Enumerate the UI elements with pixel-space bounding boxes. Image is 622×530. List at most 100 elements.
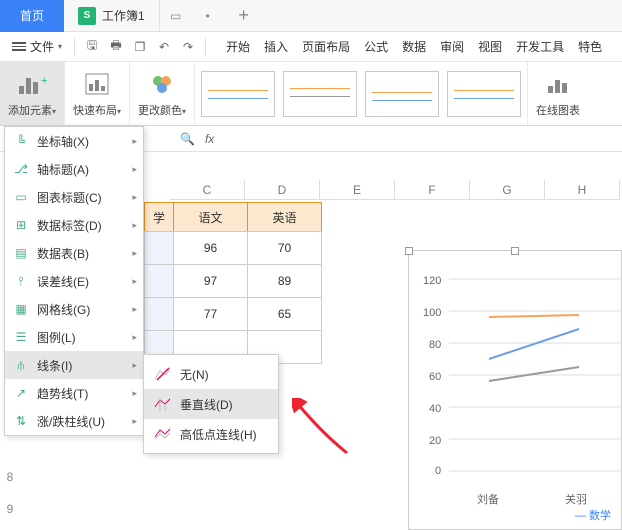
chart-style-2[interactable]: [283, 71, 357, 117]
menu-legend[interactable]: ☰图例(L)▸: [5, 323, 143, 351]
add-element-menu: ╚坐标轴(X)▸ ⎇轴标题(A)▸ ▭ 图表标题(C) ▸ ⊞数据标签(D)▸ ▤数…: [4, 126, 144, 436]
menu-chart-title-label: 图表标题(C): [37, 189, 102, 206]
cell-header-english[interactable]: 英语: [247, 202, 322, 232]
save-icon[interactable]: 🖫: [81, 36, 103, 58]
tab-dev[interactable]: 开发工具: [510, 38, 570, 55]
tab-data[interactable]: 数据: [396, 38, 432, 55]
menu-axes[interactable]: ╚坐标轴(X)▸: [5, 127, 143, 155]
annotation-arrow: [292, 398, 352, 458]
change-color-label: 更改颜色: [138, 105, 182, 117]
chevron-right-icon: ▸: [132, 388, 137, 399]
online-chart-label: 在线图表: [536, 102, 580, 118]
online-chart-button[interactable]: 在线图表: [527, 62, 588, 125]
ytick-60: 60: [429, 371, 441, 383]
menu-chart-title[interactable]: ▭图表标题(C)▸: [5, 183, 143, 211]
legend-entry-math: — 数学: [575, 507, 611, 523]
cell-r1-english[interactable]: 70: [247, 231, 322, 265]
axis-title-icon: ⎇: [13, 161, 29, 177]
quick-layout-label: 快速布局: [73, 105, 117, 117]
chevron-right-icon: ▸: [132, 248, 137, 259]
submenu-highlow-label: 高低点连线(H): [180, 426, 257, 443]
tab-add-button[interactable]: +: [224, 5, 264, 26]
tab-home[interactable]: 首页: [0, 0, 64, 32]
row-9[interactable]: 9: [0, 502, 20, 516]
undo-icon[interactable]: ↶: [153, 36, 175, 58]
tab-view[interactable]: 视图: [472, 38, 508, 55]
chart-style-3[interactable]: [365, 71, 439, 117]
col-G[interactable]: G: [470, 180, 545, 200]
cell-header-chinese[interactable]: 语文: [173, 202, 248, 232]
row-8[interactable]: 8: [0, 470, 20, 484]
chevron-right-icon: ▸: [132, 276, 137, 287]
file-menu[interactable]: 文件 ▾: [6, 38, 68, 55]
title-tab-bar: 首页 S 工作簿1 ▭ • +: [0, 0, 622, 32]
presentation-mode-icon[interactable]: ▭: [160, 9, 192, 23]
print-preview-icon[interactable]: ❐: [129, 36, 151, 58]
ribbon: + 添加元素▾ 快速布局▾ 更改颜色▾ 在线图表: [0, 62, 622, 126]
tab-options-icon[interactable]: •: [192, 9, 224, 23]
chevron-right-icon: ▸: [132, 220, 137, 231]
quick-layout-button[interactable]: 快速布局▾: [65, 62, 130, 125]
tab-workbook[interactable]: S 工作簿1: [64, 0, 160, 32]
ytick-0: 0: [435, 465, 441, 477]
tab-start[interactable]: 开始: [220, 38, 256, 55]
redo-icon[interactable]: ↷: [177, 36, 199, 58]
chart-style-4[interactable]: [447, 71, 521, 117]
none-icon: [154, 366, 170, 382]
chevron-right-icon: ▸: [132, 332, 137, 343]
submenu-highlow-lines[interactable]: 高低点连线(H): [144, 419, 278, 449]
col-C[interactable]: C: [170, 180, 245, 200]
menu-gridlines-label: 网格线(G): [37, 301, 90, 318]
zoom-icon[interactable]: 🔍: [180, 132, 195, 146]
submenu-none[interactable]: 无(N): [144, 359, 278, 389]
drop-line-icon: [154, 396, 170, 412]
cell-r2-a[interactable]: [144, 264, 174, 298]
lines-icon: ⫛: [13, 357, 29, 373]
chevron-down-icon: ▾: [58, 42, 62, 51]
chevron-right-icon: ▸: [132, 304, 137, 315]
col-E[interactable]: E: [320, 180, 395, 200]
menu-error-bars[interactable]: ⫯误差线(E)▸: [5, 267, 143, 295]
trendline-icon: ↗: [13, 385, 29, 401]
formula-input[interactable]: [224, 132, 622, 146]
menu-data-table[interactable]: ▤数据表(B)▸: [5, 239, 143, 267]
tab-special[interactable]: 特色: [572, 38, 608, 55]
add-element-icon: +: [17, 70, 47, 98]
ytick-40: 40: [429, 403, 441, 415]
cell-r3-a[interactable]: [144, 297, 174, 331]
cell-r2-english[interactable]: 89: [247, 264, 322, 298]
print-icon[interactable]: 🖶: [105, 36, 127, 58]
menu-lines[interactable]: ⫛线条(I)▸: [5, 351, 143, 379]
menu-data-labels[interactable]: ⊞数据标签(D)▸: [5, 211, 143, 239]
cell-r1-a[interactable]: [144, 231, 174, 265]
chevron-right-icon: ▸: [132, 360, 137, 371]
resize-handle-nw[interactable]: [405, 247, 413, 255]
menu-gridlines[interactable]: ▦网格线(G)▸: [5, 295, 143, 323]
col-D[interactable]: D: [245, 180, 320, 200]
resize-handle-n[interactable]: [511, 247, 519, 255]
menu-legend-label: 图例(L): [37, 329, 76, 346]
data-table-icon: ▤: [13, 245, 29, 261]
embedded-chart[interactable]: 120 100 80 60 40 20 0 刘备 关羽 — 数学: [408, 250, 622, 530]
cell-header-subject-partial[interactable]: 学: [144, 202, 174, 232]
cell-r2-chinese[interactable]: 97: [173, 264, 248, 298]
tab-formula[interactable]: 公式: [358, 38, 394, 55]
col-F[interactable]: F: [395, 180, 470, 200]
tab-page-layout[interactable]: 页面布局: [296, 38, 356, 55]
tab-review[interactable]: 审阅: [434, 38, 470, 55]
change-color-button[interactable]: 更改颜色▾: [130, 62, 195, 125]
menu-updown-bars-label: 涨/跌柱线(U): [37, 413, 105, 430]
submenu-drop-lines[interactable]: 垂直线(D): [144, 389, 278, 419]
menu-axis-titles[interactable]: ⎇轴标题(A)▸: [5, 155, 143, 183]
chart-title-icon: ▭: [13, 189, 29, 205]
chevron-right-icon: ▸: [132, 136, 137, 147]
cell-r3-english[interactable]: 65: [247, 297, 322, 331]
cell-r1-chinese[interactable]: 96: [173, 231, 248, 265]
menu-updown-bars[interactable]: ⇅涨/跌柱线(U)▸: [5, 407, 143, 435]
cell-r3-chinese[interactable]: 77: [173, 297, 248, 331]
col-H[interactable]: H: [545, 180, 620, 200]
tab-insert[interactable]: 插入: [258, 38, 294, 55]
menu-trendline[interactable]: ↗趋势线(T)▸: [5, 379, 143, 407]
add-element-button[interactable]: + 添加元素▾: [0, 62, 65, 125]
chart-style-1[interactable]: [201, 71, 275, 117]
